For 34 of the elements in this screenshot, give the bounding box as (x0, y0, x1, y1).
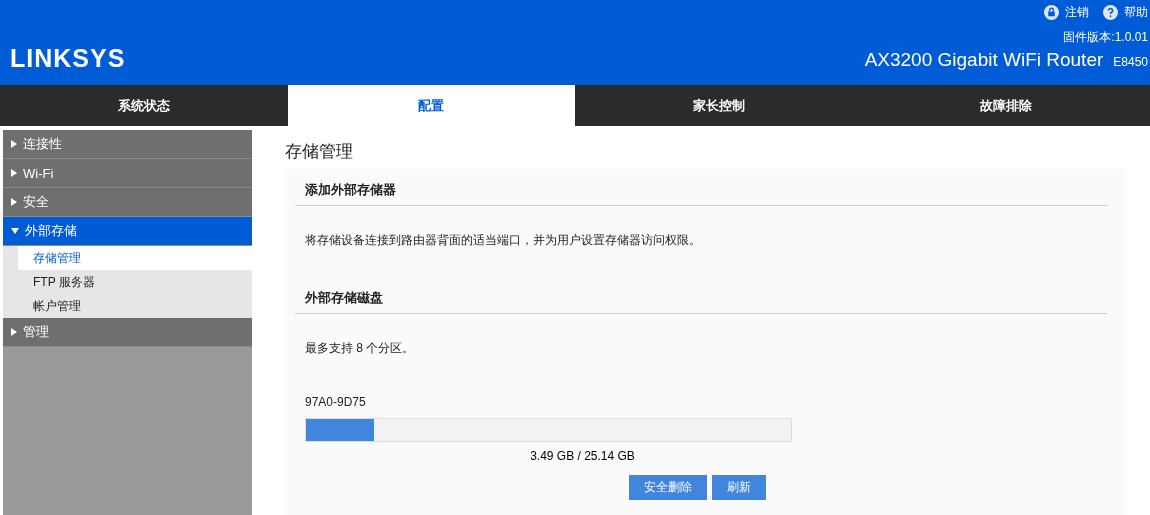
caret-right-icon (11, 140, 17, 148)
nav-tab[interactable]: 系统状态 (0, 85, 288, 126)
nav-tab[interactable]: 家长控制 (575, 85, 863, 126)
sidebar-subitem[interactable]: 存储管理 (18, 246, 252, 270)
sidebar-subitem[interactable]: 帐户管理 (18, 294, 252, 318)
action-button[interactable]: 安全删除 (629, 475, 707, 500)
section-heading: 添加外部存储器 (295, 181, 1107, 206)
section-text: 将存储设备连接到路由器背面的适当端口，并为用户设置存储器访问权限。 (304, 232, 702, 249)
section-heading: 外部存储磁盘 (295, 289, 1107, 314)
firmware-version: 固件版本:1.0.01 (1063, 29, 1148, 46)
sidebar-item[interactable]: Wi-Fi (3, 159, 252, 188)
action-button[interactable]: 刷新 (712, 475, 766, 500)
caret-right-icon (11, 198, 17, 206)
sidebar-subitem[interactable]: FTP 服务器 (18, 270, 252, 294)
sidebar-item[interactable]: 安全 (3, 188, 252, 217)
model-number: E8450 (1113, 55, 1148, 69)
caret-right-icon (11, 169, 17, 177)
product-name: AX3200 Gigabit WiFi Router (864, 49, 1104, 71)
sidebar-item[interactable]: 管理 (3, 318, 252, 347)
nav-tab[interactable]: 故障排除 (862, 85, 1150, 126)
caret-right-icon (11, 328, 17, 336)
lock-icon (1044, 5, 1059, 20)
usage-text: 3.49 GB / 25.14 GB (529, 449, 636, 463)
help-icon (1103, 5, 1118, 20)
section-text: 最多支持 8 个分区。 (304, 340, 416, 357)
logo: LINKSYS (10, 44, 126, 73)
disk-name: 97A0-9D75 (304, 395, 367, 409)
header-link[interactable]: 帮助 (1103, 4, 1148, 21)
caret-down-icon (11, 228, 19, 234)
page-title: 存储管理 (285, 141, 354, 163)
header-link[interactable]: 注销 (1044, 4, 1089, 21)
nav-tab[interactable]: 配置 (287, 85, 575, 126)
sidebar-item[interactable]: 连接性 (3, 130, 252, 159)
sidebar-item[interactable]: 外部存储 (3, 217, 252, 246)
